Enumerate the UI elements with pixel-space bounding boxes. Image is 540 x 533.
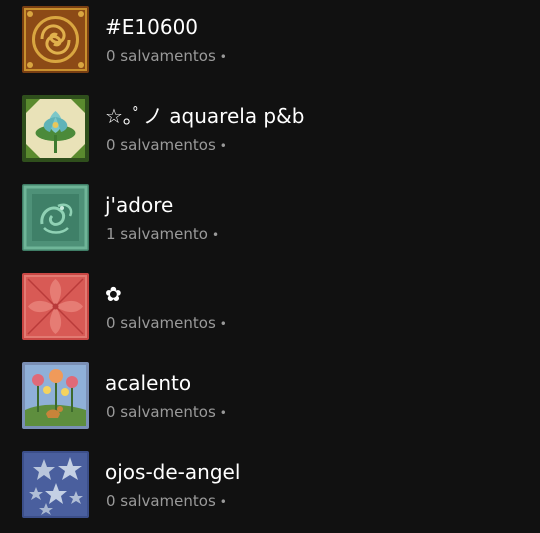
board-thumbnail[interactable] xyxy=(22,6,89,73)
board-title[interactable]: j'adore xyxy=(105,192,173,218)
board-save-count: 0 salvamentos • xyxy=(106,313,227,334)
board-row[interactable]: ojos-de-angel 0 salvamentos • xyxy=(0,445,540,531)
save-count-text: 0 salvamentos xyxy=(106,314,216,332)
separator-dot: • xyxy=(219,406,227,420)
separator-dot: • xyxy=(219,495,227,509)
board-thumbnail[interactable] xyxy=(22,95,89,162)
board-title[interactable]: ojos-de-angel xyxy=(105,459,240,485)
board-row[interactable]: ✿ 0 salvamentos • xyxy=(0,267,540,353)
board-title[interactable]: ✿ xyxy=(105,281,122,307)
save-count-text: 0 salvamentos xyxy=(106,492,216,510)
board-title[interactable]: #E10600 xyxy=(105,14,198,40)
board-row[interactable]: #E10600 0 salvamentos • xyxy=(0,0,540,86)
board-title[interactable]: acalento xyxy=(105,370,191,396)
board-save-count: 0 salvamentos • xyxy=(106,135,227,156)
board-save-count: 0 salvamentos • xyxy=(106,46,227,67)
board-row[interactable]: j'adore 1 salvamento • xyxy=(0,178,540,264)
board-save-count: 0 salvamentos • xyxy=(106,402,227,423)
save-count-text: 0 salvamentos xyxy=(106,47,216,65)
board-title[interactable]: ☆｡ﾟノ aquarela p&b xyxy=(105,103,304,129)
board-thumbnail[interactable] xyxy=(22,184,89,251)
board-row[interactable]: acalento 0 salvamentos • xyxy=(0,356,540,442)
separator-dot: • xyxy=(211,228,220,242)
board-save-count: 1 salvamento • xyxy=(106,224,219,245)
save-count-text: 0 salvamentos xyxy=(106,403,216,421)
separator-dot: • xyxy=(219,50,227,64)
board-thumbnail[interactable] xyxy=(22,362,89,429)
board-save-count: 0 salvamentos • xyxy=(106,491,227,512)
save-count-text: 0 salvamentos xyxy=(106,136,216,154)
separator-dot: • xyxy=(219,139,227,153)
separator-dot: • xyxy=(219,317,227,331)
board-list: #E10600 0 salvamentos • ☆｡ﾟノ aquarela p&b… xyxy=(0,0,540,533)
board-thumbnail[interactable] xyxy=(22,273,89,340)
save-count-text: 1 salvamento xyxy=(106,225,208,243)
board-row[interactable]: ☆｡ﾟノ aquarela p&b 0 salvamentos • xyxy=(0,89,540,175)
board-thumbnail[interactable] xyxy=(22,451,89,518)
